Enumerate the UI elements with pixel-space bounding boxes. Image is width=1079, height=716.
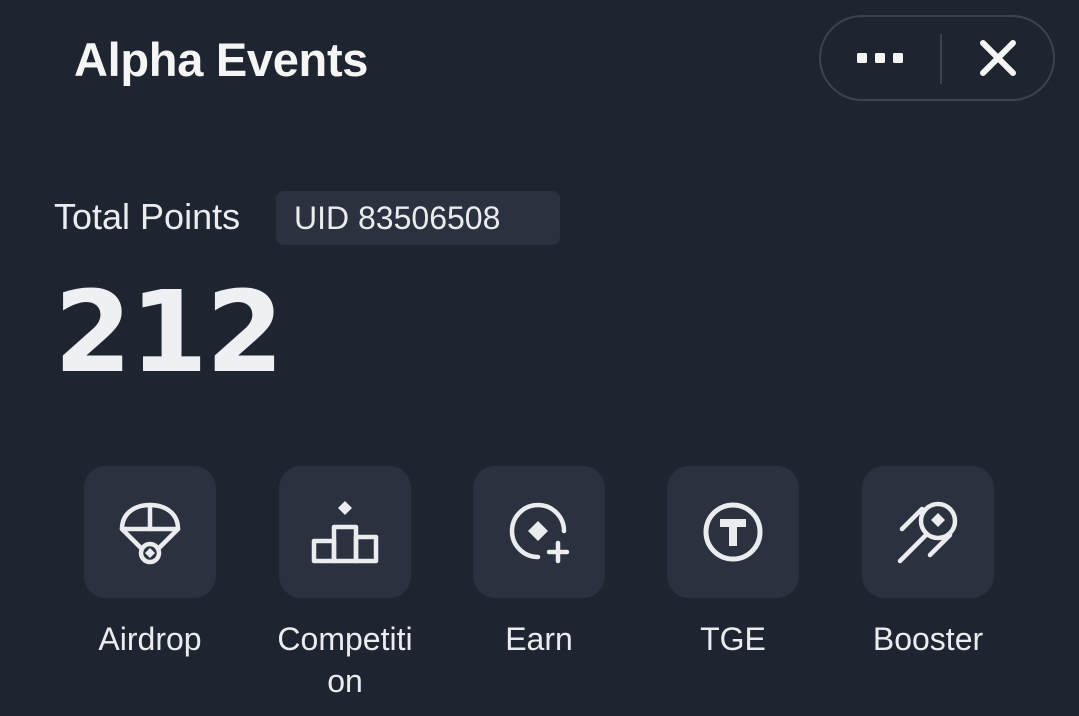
window-controls: [819, 15, 1055, 101]
earn-button[interactable]: Earn: [454, 466, 624, 660]
close-button[interactable]: [939, 17, 1057, 99]
competition-tile[interactable]: [279, 466, 411, 598]
earn-tile[interactable]: [473, 466, 605, 598]
competition-label: Competition: [277, 621, 413, 699]
total-points-value: 212: [54, 268, 284, 398]
earn-plus-icon: [509, 502, 570, 564]
more-button[interactable]: [821, 17, 939, 99]
parachute-icon: [119, 502, 181, 565]
airdrop-label: Airdrop: [98, 621, 202, 657]
airdrop-button[interactable]: Airdrop: [65, 466, 235, 660]
tge-tile[interactable]: [667, 466, 799, 598]
rocket-booster-icon: [897, 501, 958, 564]
more-dots-icon: [857, 53, 903, 63]
uid-badge: UID 83506508: [276, 191, 560, 245]
booster-label: Booster: [872, 621, 984, 657]
podium-icon: [311, 501, 379, 564]
booster-button[interactable]: Booster: [843, 466, 1013, 660]
alpha-events-page: Alpha Events Total Points UID 83506508 2…: [0, 0, 1079, 716]
airdrop-tile[interactable]: [84, 466, 216, 598]
total-points-label: Total Points: [54, 196, 241, 237]
earn-label: Earn: [505, 621, 573, 657]
tge-token-icon: [703, 502, 763, 562]
tge-label: TGE: [700, 621, 766, 657]
competition-button[interactable]: Competition: [260, 466, 430, 702]
page-title: Alpha Events: [74, 33, 369, 86]
close-icon: [980, 40, 1016, 76]
tge-button[interactable]: TGE: [648, 466, 818, 660]
booster-tile[interactable]: [862, 466, 994, 598]
